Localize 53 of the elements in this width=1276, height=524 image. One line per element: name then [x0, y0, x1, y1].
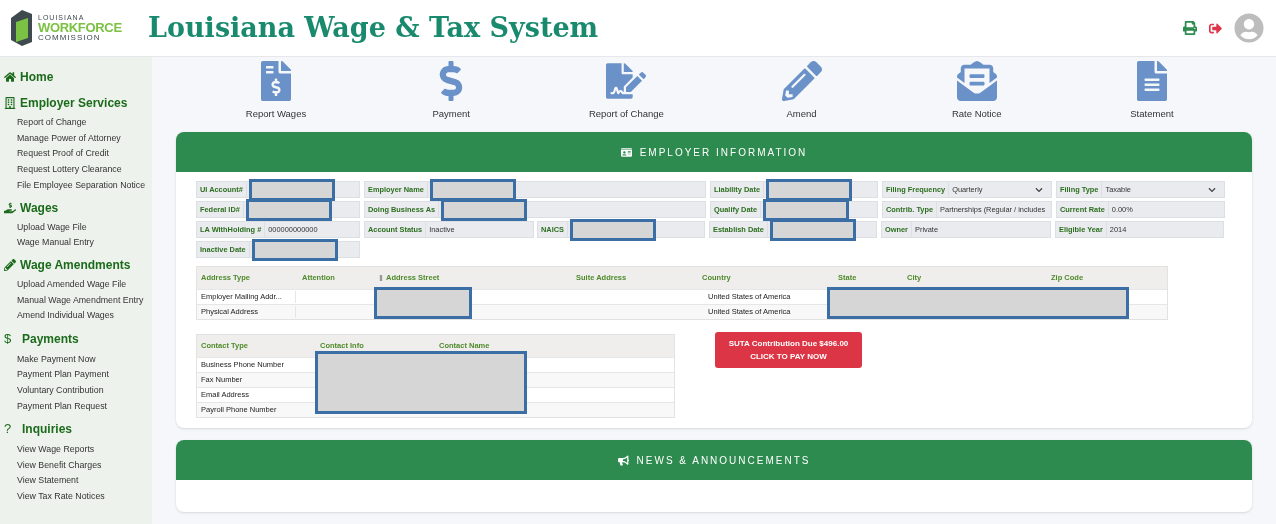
- megaphone-icon: [617, 454, 629, 466]
- sidebar-section-link[interactable]: Wage Amendments: [20, 255, 131, 274]
- chevron-icon: [1208, 185, 1216, 194]
- sidebar-link[interactable]: Upload Amended Wage File: [4, 276, 152, 293]
- sidebar-link[interactable]: View Statement: [4, 473, 152, 489]
- sidebar-section-link[interactable]: Employer Services: [20, 94, 128, 112]
- sidebar-link[interactable]: Upload Wage File: [4, 219, 152, 236]
- building-icon: [4, 97, 16, 109]
- home-icon: [4, 71, 16, 83]
- chevron-icon: [1035, 185, 1043, 194]
- sidebar-link[interactable]: Voluntary Contribution: [4, 382, 152, 399]
- sidebar-link[interactable]: File Employee Separation Notice: [4, 177, 152, 194]
- sidebar-link[interactable]: Amend Individual Wages: [4, 308, 152, 325]
- id-card-icon: [620, 146, 632, 158]
- sidebar-link[interactable]: Make Payment Now: [4, 351, 152, 368]
- sidebar-link[interactable]: Request Lottery Clearance: [4, 162, 152, 178]
- pencil-icon: [4, 258, 16, 271]
- sidebar-link[interactable]: Report of Change: [4, 115, 152, 131]
- sidebar-link[interactable]: View Tax Rate Notices: [4, 488, 152, 505]
- pencil-icon: [781, 61, 822, 101]
- logo-text: WORKFORCE: [38, 21, 122, 34]
- card-title: NEWS & ANNOUNCEMENTS: [636, 453, 811, 468]
- pay-now-button[interactable]: SUTA Contribution Due $496.00 CLICK TO PAY NOW: [715, 332, 862, 368]
- sign-out-icon[interactable]: [1209, 21, 1222, 35]
- document-pen-icon: [606, 61, 647, 101]
- sidebar-link[interactable]: Payment Plan Request: [4, 398, 152, 415]
- quick-link[interactable]: Report Wages: [216, 61, 336, 133]
- hand-icon: [4, 201, 16, 214]
- sidebar-link[interactable]: Wage Manual Entry: [4, 235, 152, 251]
- section-icon: ?: [4, 419, 18, 439]
- sidebar-link[interactable]: View Wage Reports: [4, 441, 152, 458]
- quick-link[interactable]: Statement: [1091, 61, 1212, 133]
- app-title: Louisiana Wage & Tax System: [148, 10, 599, 45]
- print-icon[interactable]: [1183, 21, 1197, 35]
- logo-mark-icon: [8, 8, 34, 48]
- quick-link[interactable]: Amend: [741, 61, 862, 133]
- quick-link[interactable]: Rate Notice: [916, 61, 1037, 133]
- sidebar-link[interactable]: Payment Plan Payment: [4, 367, 152, 383]
- sidebar-section-link[interactable]: Inquiries: [22, 420, 72, 439]
- sidebar-section-link[interactable]: Home: [20, 68, 54, 86]
- envelope-icon: [956, 61, 997, 101]
- quick-link[interactable]: Report of Change: [566, 61, 687, 133]
- sidebar-section-link[interactable]: Wages: [20, 198, 59, 217]
- sidebar-link[interactable]: Manual Wage Amendment Entry: [4, 292, 152, 309]
- sidebar-section-link[interactable]: Payments: [22, 329, 79, 348]
- sidebar-link[interactable]: Manage Power of Attorney: [4, 130, 152, 147]
- quick-link[interactable]: Payment: [391, 61, 512, 133]
- section-icon: $: [4, 329, 18, 349]
- card-title: EMPLOYER INFORMATION: [639, 145, 808, 160]
- sidebar-link[interactable]: Request Proof of Credit: [4, 146, 152, 163]
- logo-text: COMMISSION: [38, 34, 102, 42]
- drag-handle-icon[interactable]: [378, 275, 384, 281]
- sidebar-link[interactable]: View Benefit Charges: [4, 457, 152, 474]
